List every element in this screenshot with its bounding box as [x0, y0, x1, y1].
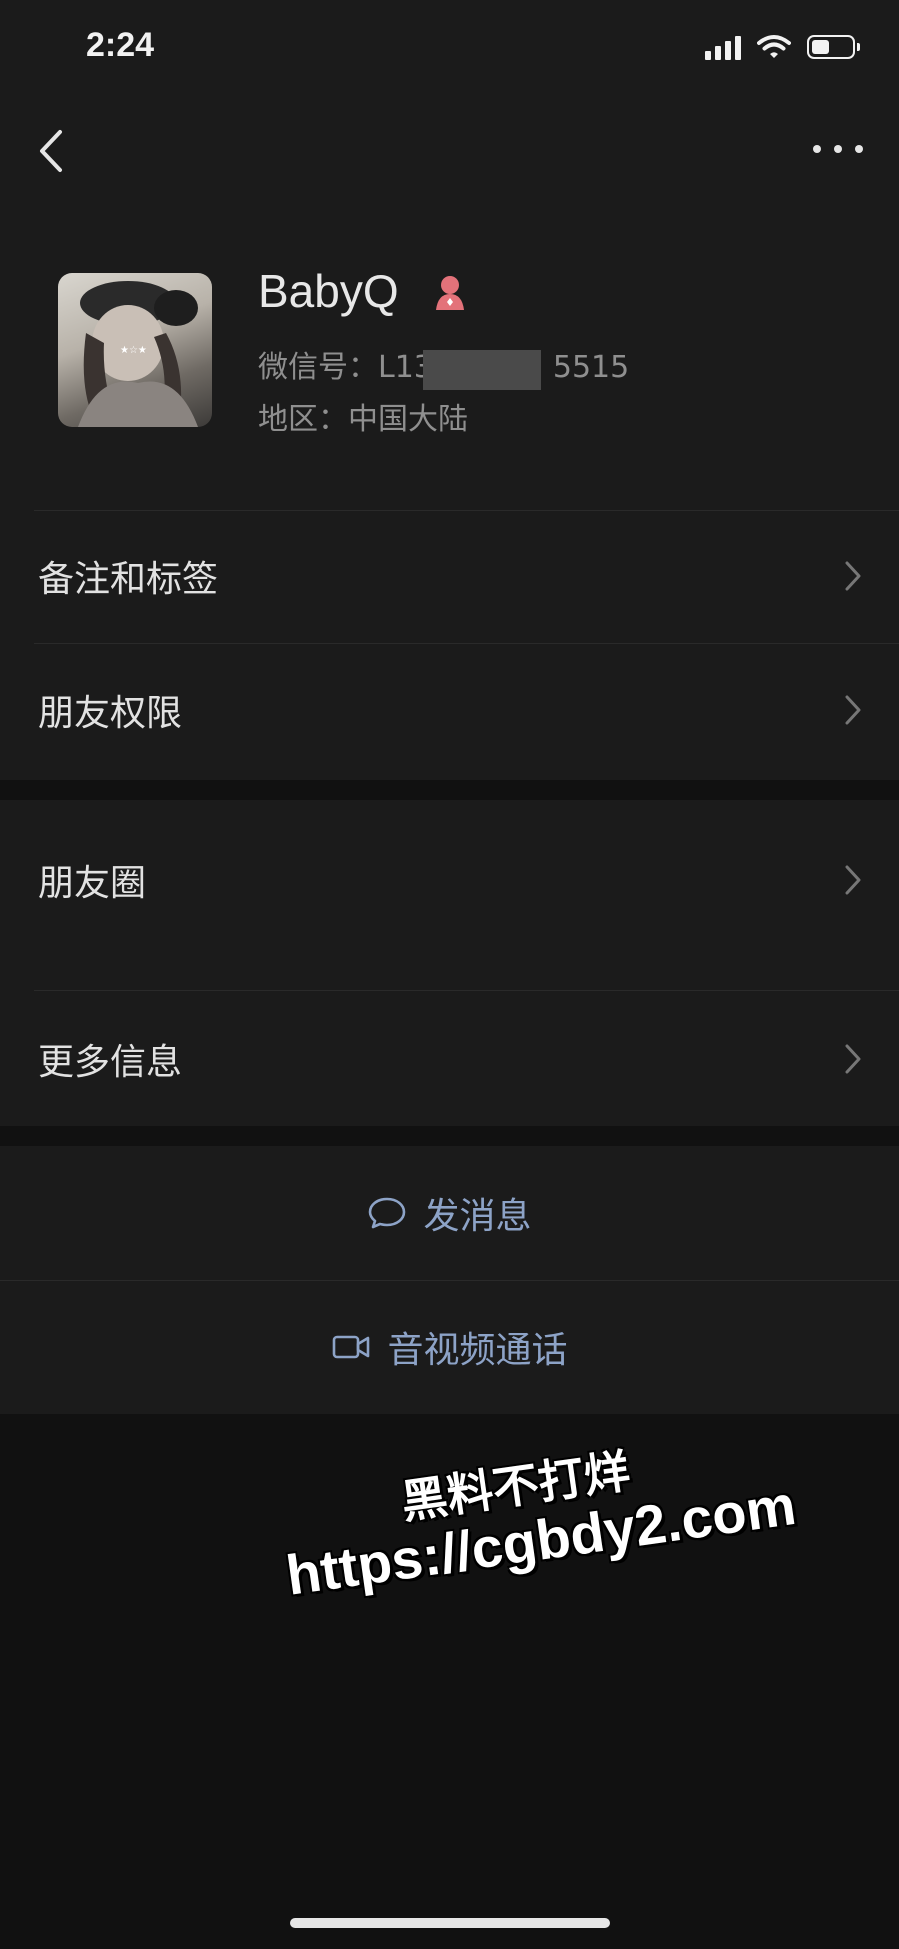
status-time: 2:24 — [86, 26, 155, 64]
send-message-button[interactable]: 发消息 — [0, 1146, 899, 1280]
row-remarks-tags[interactable]: 备注和标签 — [0, 510, 899, 642]
cellular-signal-icon — [705, 34, 741, 60]
wifi-icon — [757, 35, 791, 58]
avatar-image: ★☆★ — [78, 281, 198, 427]
chevron-right-icon — [845, 1044, 861, 1074]
home-indicator[interactable] — [290, 1918, 610, 1928]
row-friend-permissions[interactable]: 朋友权限 — [0, 644, 899, 776]
redaction-block — [423, 350, 541, 390]
send-message-label: 发消息 — [423, 1196, 532, 1237]
row-label: 更多信息 — [38, 1042, 183, 1083]
battery-level-fill — [812, 40, 829, 54]
status-bar: 2:24 — [0, 0, 899, 100]
battery-icon — [807, 35, 860, 59]
video-call-label: 音视频通话 — [387, 1330, 568, 1371]
chevron-right-icon — [845, 695, 861, 725]
settings-group-2: 朋友圈 更多信息 — [0, 800, 899, 1126]
settings-group-1: 备注和标签 朋友权限 — [0, 510, 899, 780]
video-call-button[interactable]: 音视频通话 — [0, 1280, 899, 1414]
row-more-info[interactable]: 更多信息 — [0, 992, 899, 1126]
watermark-overlay: 黑料不打烊 https://cgbdy2.com — [0, 1398, 899, 1662]
avatar[interactable]: ★☆★ — [58, 273, 212, 427]
watermark-url: https://cgbdy2.com — [282, 1472, 800, 1607]
profile-region: 地区：中国大陆 — [258, 402, 468, 437]
female-gender-icon — [436, 276, 464, 310]
svg-text:★☆★: ★☆★ — [120, 345, 147, 356]
chevron-right-icon — [845, 561, 861, 591]
row-label: 备注和标签 — [38, 559, 219, 600]
video-camera-icon — [333, 1335, 370, 1359]
profile-header: ★☆★ BabyQ 微信号：L13 5515 地区：中国大陆 — [0, 100, 899, 510]
chat-bubble-icon — [369, 1197, 406, 1229]
profile-name: BabyQ — [258, 265, 399, 317]
row-label: 朋友权限 — [38, 693, 183, 734]
action-group: 发消息 音视频通话 — [0, 1146, 899, 1414]
chevron-right-icon — [845, 865, 861, 895]
back-chevron-icon[interactable] — [36, 128, 66, 174]
row-moments[interactable]: 朋友圈 — [0, 800, 899, 960]
divider — [34, 990, 899, 991]
status-icons — [705, 32, 860, 62]
more-options-icon[interactable] — [813, 134, 863, 164]
watermark-text-line1: 黑料不打烊 — [397, 1443, 634, 1530]
row-label: 朋友圈 — [38, 863, 147, 904]
